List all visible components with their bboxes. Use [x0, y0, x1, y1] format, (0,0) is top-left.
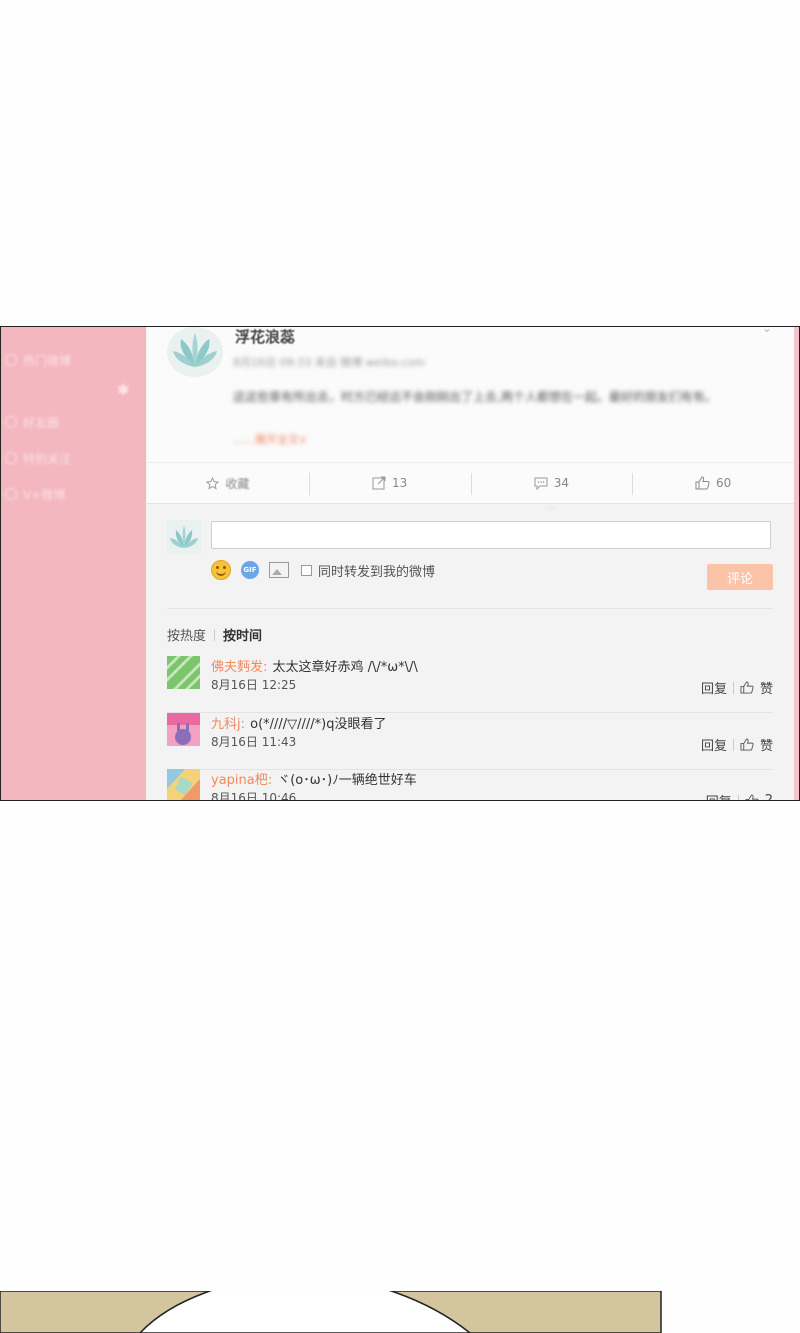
weibo-post: 浮花浪蕊 8月16日 09:33 来自 微博 weibo.com 这这些章有所出…	[147, 327, 794, 462]
comment-item: 九科j: o(*////▽////*)q没眼看了 8月16日 11:43 回复 …	[167, 713, 773, 770]
comment-time: 8月16日 12:25	[211, 678, 297, 692]
fire-icon	[5, 354, 17, 366]
post-meta: 8月16日 09:33 来自 微博 weibo.com	[233, 356, 426, 369]
sidebar-item-friends[interactable]: 好友圈	[5, 413, 59, 431]
comment-count: 34	[553, 476, 570, 490]
reply-button[interactable]: 回复	[701, 678, 727, 697]
gear-icon[interactable]: ✱	[117, 381, 130, 399]
comment-line: 佛夫麪发: 太太这章好赤鸡 /\/*ω*\/\	[211, 660, 418, 675]
comment-actions: 回复 赞	[701, 678, 773, 697]
sidebar-item-special[interactable]: 特别关注	[5, 449, 71, 467]
expand-link[interactable]: ……展开全文∨	[233, 431, 307, 447]
repost-button[interactable]: 13	[308, 463, 471, 503]
comment-text: ヾ(o･ω･)ﾉ一辆绝世好车	[277, 773, 417, 788]
composer-tools: GIF 同时转发到我的微博	[211, 560, 435, 580]
repost-icon	[372, 476, 386, 490]
thumbs-up-icon[interactable]	[740, 681, 754, 694]
comment-actions: 回复 赞	[701, 735, 773, 754]
commenter-avatar[interactable]	[167, 656, 200, 689]
sidebar-item-label: 好友圈	[23, 415, 60, 430]
divider	[167, 608, 773, 609]
star-icon	[206, 476, 220, 490]
sidebar-item-hot[interactable]: 热门微博	[5, 351, 71, 369]
favorite-label: 收藏	[225, 476, 250, 491]
comment-icon	[534, 477, 548, 490]
chevron-down-icon[interactable]: ⌄	[762, 327, 772, 335]
action-separator	[732, 681, 734, 694]
comment-sort: 按热度 按时间	[167, 625, 262, 644]
post-body: 这这些章有所出去，时方已经远不会刚刚出了上去,两个人都想在一起。最好的朋友们有有…	[233, 390, 717, 404]
image-icon[interactable]	[269, 562, 289, 578]
like-button[interactable]: 赞	[760, 735, 773, 754]
action-separator	[732, 738, 734, 751]
repost-checkbox[interactable]	[301, 564, 312, 576]
friends-icon	[5, 416, 17, 428]
commenter-name[interactable]: 九科j	[211, 717, 241, 732]
comment-input[interactable]	[211, 521, 771, 549]
sort-by-time[interactable]: 按时间	[223, 625, 262, 644]
thumbs-up-icon[interactable]	[745, 794, 759, 801]
like-count: 60	[715, 476, 732, 490]
comment-actions: 回复 2	[706, 791, 773, 801]
sidebar-item-vplus[interactable]: V+微博	[5, 485, 65, 503]
comment-line: 九科j: o(*////▽////*)q没眼看了	[211, 717, 387, 732]
comment-item: 佛夫麪发: 太太这章好赤鸡 /\/*ω*\/\ 8月16日 12:25 回复 赞	[167, 656, 773, 713]
sort-separator	[214, 628, 216, 641]
like-button[interactable]: 赞	[760, 678, 773, 697]
post-author[interactable]: 浮花浪蕊	[235, 327, 295, 347]
sidebar-item-label: 特别关注	[23, 451, 72, 466]
submit-comment-button[interactable]: 评论	[707, 564, 773, 590]
favorite-button[interactable]: 收藏	[147, 463, 309, 503]
reply-button[interactable]: 回复	[701, 735, 727, 754]
star-icon	[5, 452, 17, 464]
gif-icon[interactable]: GIF	[241, 561, 259, 579]
sort-by-hot[interactable]: 按热度	[167, 625, 206, 644]
reply-button[interactable]: 回复	[706, 791, 732, 800]
main-content: 浮花浪蕊 8月16日 09:33 来自 微博 weibo.com 这这些章有所出…	[147, 327, 794, 800]
like-count[interactable]: 2	[765, 793, 773, 800]
commenter-name[interactable]: 佛夫麪发	[211, 660, 263, 675]
comic-panel-bottom	[0, 1291, 662, 1333]
sidebar-item-label: V+微博	[23, 487, 66, 502]
repost-checkbox-label: 同时转发到我的微博	[318, 564, 436, 580]
like-button[interactable]: 60	[632, 463, 794, 503]
post-actions: 收藏 13 34 60	[147, 462, 794, 510]
commenter-name[interactable]: yapina杷	[211, 773, 268, 788]
sidebar: 热门微博 ✱ 好友圈 特别关注 V+微博	[1, 327, 146, 800]
vplus-icon	[5, 488, 17, 500]
action-separator	[737, 794, 739, 800]
sidebar-item-label: 热门微博	[23, 353, 72, 368]
weibo-screenshot-panel: 热门微博 ✱ 好友圈 特别关注 V+微博 浮花浪蕊 8月16日 09:33 来自…	[0, 326, 800, 801]
repost-count: 13	[391, 476, 408, 490]
author-avatar[interactable]	[167, 327, 223, 377]
commenter-avatar[interactable]	[167, 713, 200, 746]
my-avatar	[167, 520, 201, 554]
comment-time: 8月16日 10:46	[211, 791, 297, 801]
thumbs-up-icon	[695, 476, 710, 490]
right-edge-strip	[794, 327, 799, 800]
comment-time: 8月16日 11:43	[211, 735, 297, 749]
comment-text: o(*////▽////*)q没眼看了	[250, 717, 387, 732]
comment-line: yapina杷: ヾ(o･ω･)ﾉ一辆绝世好车	[211, 773, 417, 788]
commenter-avatar[interactable]	[167, 769, 200, 800]
emoji-icon[interactable]	[211, 560, 231, 580]
comment-button[interactable]: 34	[470, 463, 633, 510]
comment-item: yapina杷: ヾ(o･ω･)ﾉ一辆绝世好车 8月16日 10:46 回复 2	[167, 769, 773, 801]
comment-text: 太太这章好赤鸡 /\/*ω*\/\	[272, 660, 418, 675]
thumbs-up-icon[interactable]	[740, 738, 754, 751]
